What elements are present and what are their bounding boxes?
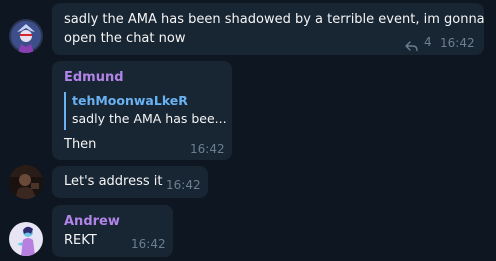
- message-bubble[interactable]: Andrew REKT 16:42: [52, 205, 173, 257]
- message-text: Let's address it: [64, 174, 163, 189]
- message-text: REKT: [64, 233, 97, 248]
- message-time: 16:42: [166, 178, 201, 192]
- message-bubble[interactable]: sadly the AMA has been shadowed by a ter…: [52, 3, 485, 55]
- forward-count-value: 4: [424, 35, 432, 49]
- message-time: 16:42: [190, 142, 225, 156]
- message-bubble[interactable]: Let's address it 16:42: [52, 166, 208, 198]
- reply-text: sadly the AMA has bee...: [72, 111, 227, 126]
- avatar[interactable]: [9, 222, 43, 256]
- message-bubble[interactable]: Edmund tehMoonwaLkeR sadly the AMA has b…: [52, 61, 232, 160]
- message-text: Then: [64, 137, 97, 152]
- forward-icon: [405, 37, 418, 51]
- reply-quote[interactable]: tehMoonwaLkeR sadly the AMA has bee...: [64, 92, 227, 130]
- message-time: 16:42: [131, 237, 166, 251]
- avatar[interactable]: [9, 165, 43, 199]
- message-time: 16:42: [440, 36, 475, 50]
- reply-author: tehMoonwaLkeR: [72, 93, 188, 108]
- forward-count: 4: [405, 35, 432, 51]
- message-text-line-1: sadly the AMA has been shadowed by a ter…: [64, 12, 485, 27]
- sender-name[interactable]: Andrew: [64, 214, 120, 229]
- avatar[interactable]: [9, 19, 43, 53]
- message-text-line-2: open the chat now: [64, 31, 186, 46]
- sender-name[interactable]: Edmund: [64, 70, 124, 85]
